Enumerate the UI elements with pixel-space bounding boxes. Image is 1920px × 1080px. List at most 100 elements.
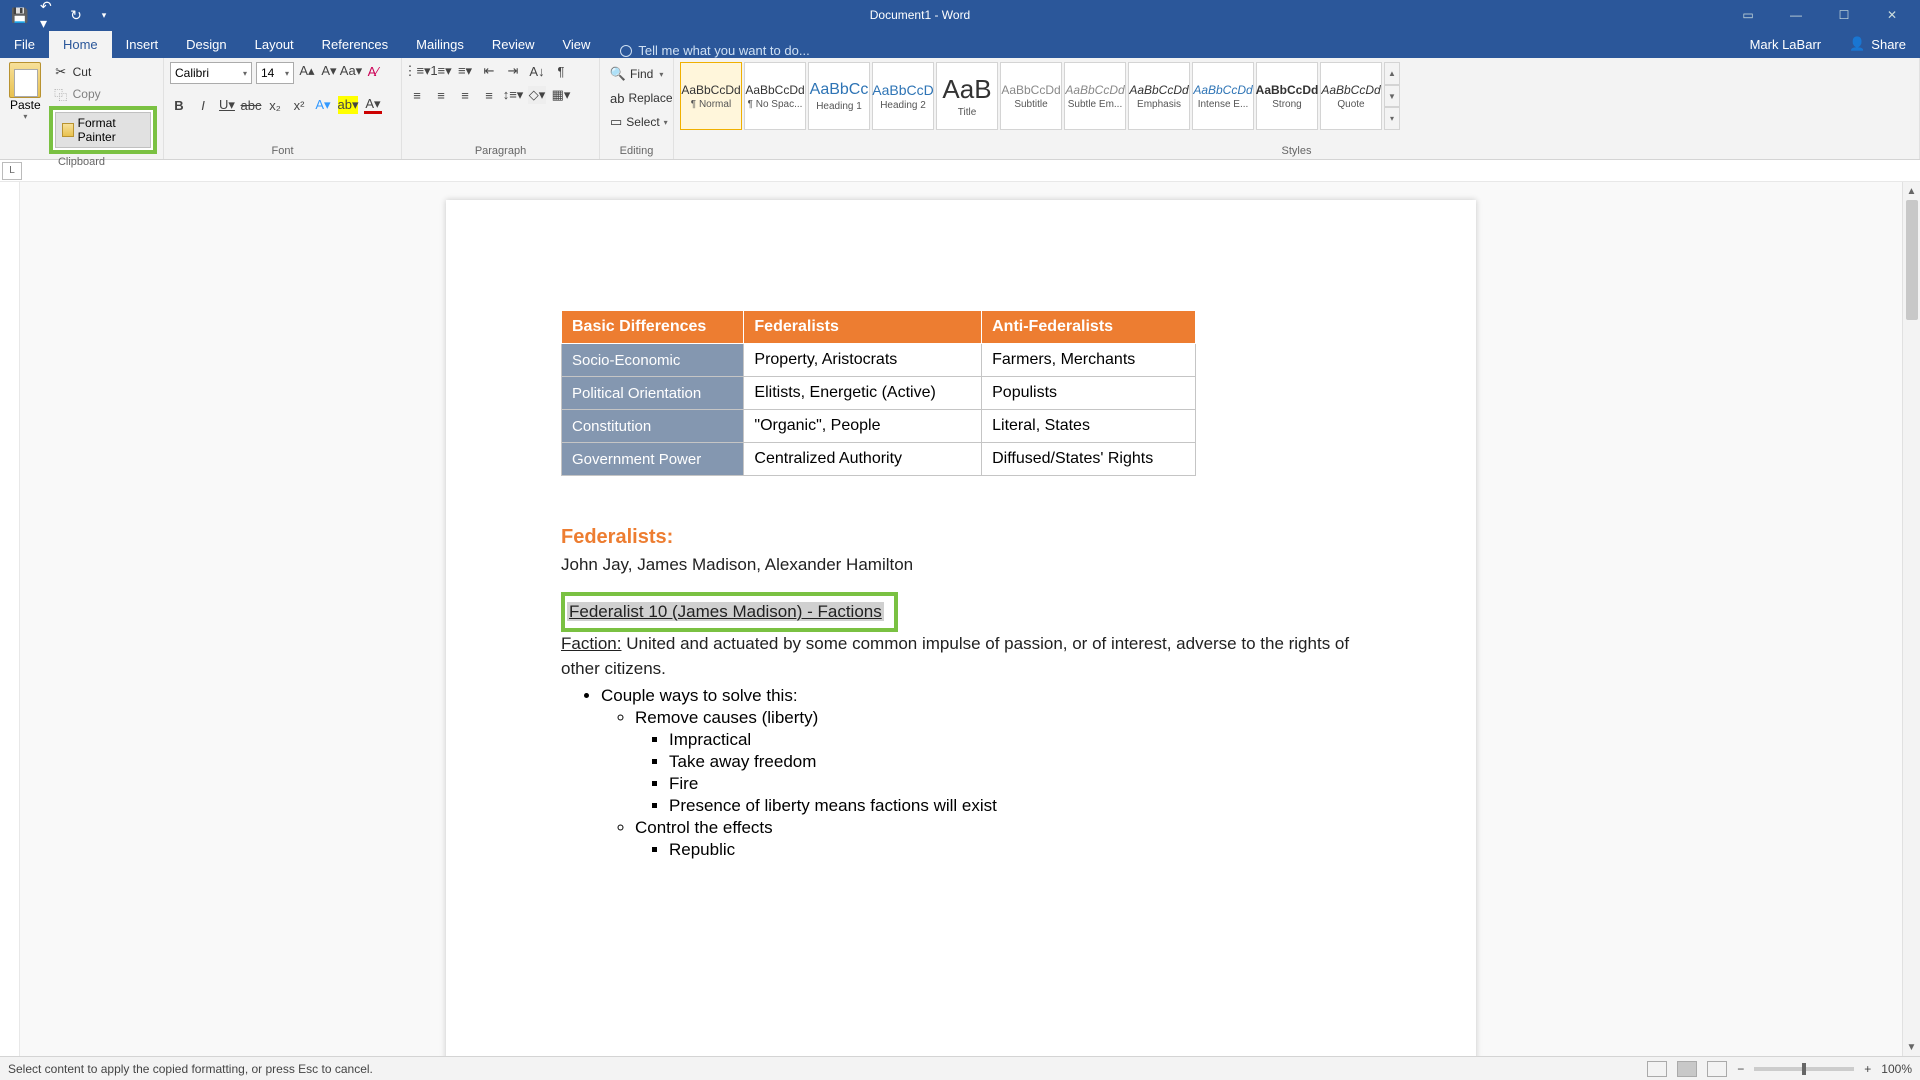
borders-icon[interactable]: ▦▾ [552,86,570,104]
scroll-thumb[interactable] [1906,200,1918,320]
replace-button[interactable]: abReplace [606,88,667,108]
style-item[interactable]: AaBbCcHeading 1 [808,62,870,130]
list-item: Couple ways to solve this: [601,686,1361,706]
tab-layout[interactable]: Layout [241,31,308,58]
tab-insert[interactable]: Insert [112,31,173,58]
select-button[interactable]: ▭Select▾ [606,112,667,132]
font-name-select[interactable]: Calibri▾ [170,62,252,84]
tell-me[interactable]: Tell me what you want to do... [604,43,809,58]
group-clipboard: Paste ▾ ✂Cut ⿻Copy Format Painter Clipbo… [0,58,164,159]
align-center-icon[interactable]: ≡ [432,86,450,104]
zoom-thumb[interactable] [1802,1063,1806,1075]
style-item[interactable]: AaBbCcDdEmphasis [1128,62,1190,130]
horizontal-ruler[interactable]: L [0,160,1920,182]
tab-file[interactable]: File [0,31,49,58]
ribbon-options-icon[interactable]: ▭ [1728,0,1768,30]
style-item[interactable]: AaBbCcDd¶ Normal [680,62,742,130]
indent-icon[interactable]: ⇥ [504,62,522,80]
style-item[interactable]: AaBbCcDdStrong [1256,62,1318,130]
style-preview: AaBbCcDd [1065,83,1124,97]
cut-button[interactable]: ✂Cut [49,62,157,82]
qat-more-icon[interactable]: ▾ [96,7,112,23]
format-painter-button[interactable]: Format Painter [55,112,151,148]
text-effects-icon[interactable]: A▾ [314,96,332,114]
zoom-in-button[interactable]: + [1864,1062,1871,1076]
style-item[interactable]: AaBTitle [936,62,998,130]
page[interactable]: Basic Differences Federalists Anti-Feder… [446,200,1476,1056]
section-title: Federalists: [561,526,1361,549]
find-button[interactable]: 🔍Find▾ [606,64,667,84]
style-item[interactable]: AaBbCcDdIntense E... [1192,62,1254,130]
shrink-font-icon[interactable]: A▾ [320,62,338,80]
share-button[interactable]: 👤Share [1835,30,1920,58]
table-cell: Property, Aristocrats [744,344,982,377]
zoom-level[interactable]: 100% [1881,1062,1912,1076]
selected-text[interactable]: Federalist 10 (James Madison) - Factions [567,602,884,621]
list-item: Fire [669,774,1361,794]
styles-gallery[interactable]: AaBbCcDd¶ NormalAaBbCcDd¶ No Spac...AaBb… [680,62,1913,130]
paste-button[interactable]: Paste ▾ [6,62,45,121]
grow-font-icon[interactable]: A▴ [298,62,316,80]
sort-icon[interactable]: A↓ [528,62,546,80]
shading-icon[interactable]: ◇▾ [528,86,546,104]
clear-format-icon[interactable]: A⁄ [364,62,382,80]
superscript-button[interactable]: x² [290,96,308,114]
highlight-icon[interactable]: ab▾ [338,96,358,114]
vertical-scrollbar[interactable]: ▲ ▼ [1902,182,1920,1056]
maximize-icon[interactable]: ☐ [1824,0,1864,30]
tab-home[interactable]: Home [49,31,112,58]
style-item[interactable]: AaBbCcDdSubtle Em... [1064,62,1126,130]
styles-scroll[interactable]: ▲▼▾ [1384,62,1400,130]
align-right-icon[interactable]: ≡ [456,86,474,104]
redo-icon[interactable]: ↻ [68,7,84,23]
font-size-select[interactable]: 14▾ [256,62,294,84]
vertical-ruler[interactable] [0,182,20,1056]
subscript-button[interactable]: x₂ [266,96,284,114]
tab-mailings[interactable]: Mailings [402,31,478,58]
read-mode-icon[interactable] [1647,1061,1667,1077]
strike-button[interactable]: abc [242,96,260,114]
zoom-slider[interactable] [1754,1067,1854,1071]
style-item[interactable]: AaBbCcDd¶ No Spac... [744,62,806,130]
outdent-icon[interactable]: ⇤ [480,62,498,80]
group-label: Clipboard [6,154,157,170]
italic-button[interactable]: I [194,96,212,114]
group-styles: AaBbCcDd¶ NormalAaBbCcDd¶ No Spac...AaBb… [674,58,1920,159]
minimize-icon[interactable]: — [1776,0,1816,30]
styles-scroll-arrow[interactable]: ▾ [1384,107,1400,130]
print-layout-icon[interactable] [1677,1061,1697,1077]
list-item: Remove causes (liberty) [635,708,1361,728]
multilevel-icon[interactable]: ≡▾ [456,62,474,80]
styles-scroll-arrow[interactable]: ▲ [1384,62,1400,85]
copy-button[interactable]: ⿻Copy [49,84,157,104]
bullets-icon[interactable]: ⋮≡▾ [408,62,426,80]
style-item[interactable]: AaBbCcDdQuote [1320,62,1382,130]
user-name[interactable]: Mark LaBarr [1736,31,1836,58]
faction-definition: Faction: United and actuated by some com… [561,632,1361,681]
style-item[interactable]: AaBbCcDHeading 2 [872,62,934,130]
line-spacing-icon[interactable]: ↕≡▾ [504,86,522,104]
tab-view[interactable]: View [548,31,604,58]
share-icon: 👤 [1849,36,1865,52]
tab-design[interactable]: Design [172,31,240,58]
scroll-up-icon[interactable]: ▲ [1903,182,1920,200]
bold-button[interactable]: B [170,96,188,114]
align-left-icon[interactable]: ≡ [408,86,426,104]
style-item[interactable]: AaBbCcDdSubtitle [1000,62,1062,130]
close-icon[interactable]: ✕ [1872,0,1912,30]
zoom-out-button[interactable]: − [1737,1062,1744,1076]
styles-scroll-arrow[interactable]: ▼ [1384,85,1400,108]
change-case-icon[interactable]: Aa▾ [342,62,360,80]
show-marks-icon[interactable]: ¶ [552,62,570,80]
undo-icon[interactable]: ↶ ▾ [40,7,56,23]
justify-icon[interactable]: ≡ [480,86,498,104]
tab-review[interactable]: Review [478,31,549,58]
font-color-icon[interactable]: A▾ [364,96,382,114]
document-scroll[interactable]: Basic Differences Federalists Anti-Feder… [20,182,1902,1056]
scroll-down-icon[interactable]: ▼ [1903,1038,1920,1056]
numbering-icon[interactable]: 1≡▾ [432,62,450,80]
save-icon[interactable]: 💾 [12,7,28,23]
web-layout-icon[interactable] [1707,1061,1727,1077]
tab-references[interactable]: References [308,31,402,58]
underline-button[interactable]: U▾ [218,96,236,114]
